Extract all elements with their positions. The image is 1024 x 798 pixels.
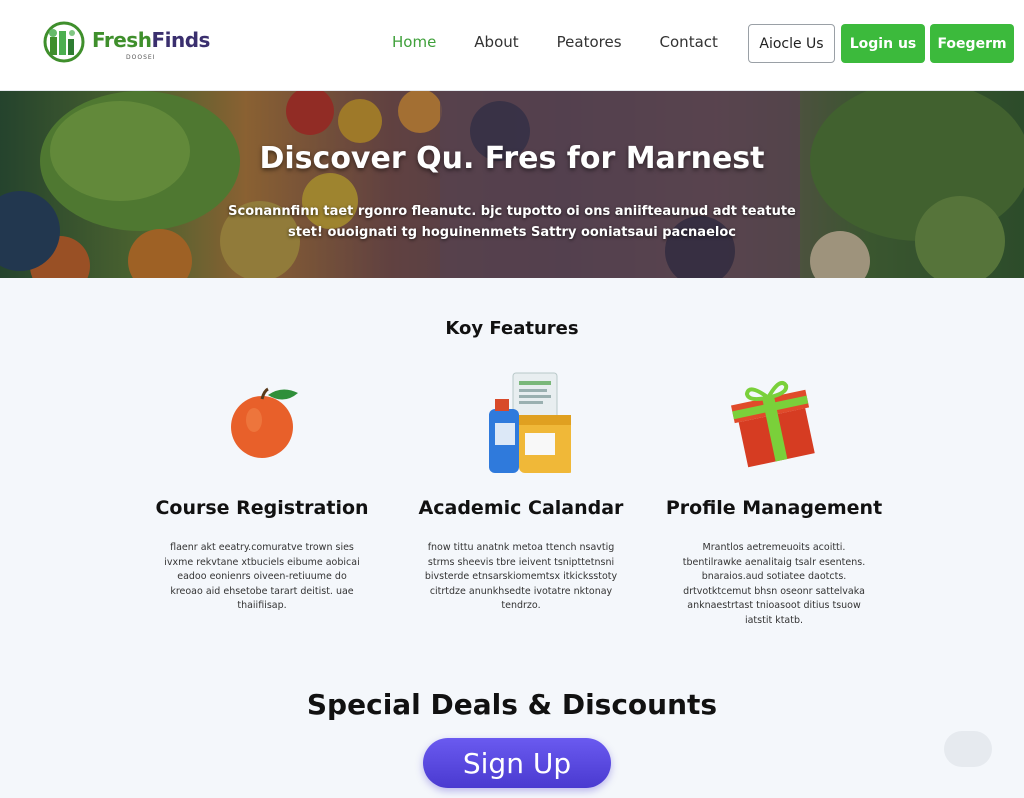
nav-link-features[interactable]: Peatores (557, 33, 622, 55)
feature-description: Mrantlos aetremeuoits acoitti. tbentilra… (682, 542, 866, 626)
apple-icon (231, 387, 298, 458)
deals-section-title: Special Deals & Discounts (306, 688, 718, 721)
hero-subtitle: Sconannfinn taet rgonro fleanutc. bjc tu… (228, 204, 796, 240)
gift-box-icon (731, 381, 815, 468)
brand-tagline: DOOSEI (126, 54, 156, 61)
nav-link-about[interactable]: About (474, 33, 518, 55)
site-header: FreshFinds DOOSEI Home About Peatores Co… (0, 0, 1024, 91)
nav-link-home[interactable]: Home (392, 33, 436, 55)
hero-overlay (0, 91, 1024, 278)
sign-up-button[interactable]: Sign Up (423, 738, 611, 788)
leaf-basket-icon (43, 21, 85, 63)
grocery-bottles-icon (489, 372, 571, 473)
feature-heading: Academic Calandar (418, 497, 624, 519)
register-button[interactable]: Foegerm (930, 24, 1014, 63)
main-nav: Home About Peatores Contact (392, 33, 756, 55)
chat-widget-icon[interactable] (944, 731, 992, 767)
brand-logo[interactable]: FreshFinds DOOSEI (40, 18, 240, 68)
features-section-title: Koy Features (445, 318, 579, 339)
login-button[interactable]: Login us (841, 24, 925, 63)
nav-link-contact[interactable]: Contact (660, 33, 718, 55)
brand-name: FreshFinds (92, 28, 210, 52)
feature-heading: Profile Management (665, 497, 883, 519)
feature-heading: Course Registration (155, 497, 369, 519)
feature-description: flaenr akt eeatry.comuratve trown sies i… (164, 542, 360, 611)
about-us-button[interactable]: Aiocle Us (748, 24, 835, 63)
hero-banner: Discover Qu. Fres for Marnest Sconannfin… (0, 91, 1024, 278)
hero-title: Discover Qu. Fres for Marnest (259, 141, 765, 176)
feature-description: fnow tittu anatnk metoa ttench nsavtig s… (424, 542, 618, 611)
